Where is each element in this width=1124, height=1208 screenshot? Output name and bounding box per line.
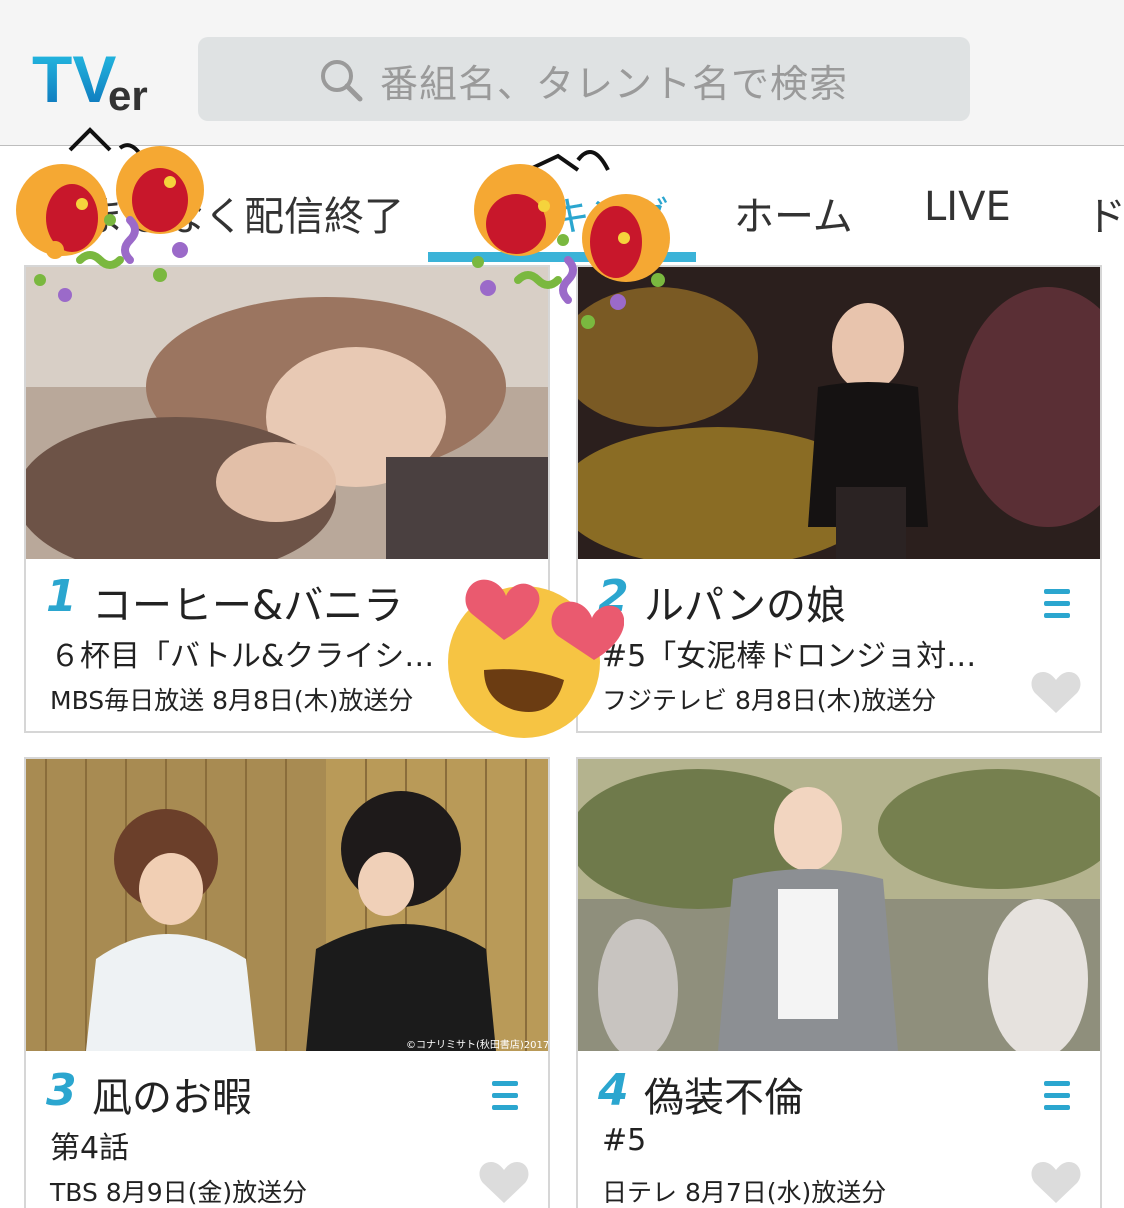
thumbnail-image[interactable] <box>578 759 1100 1051</box>
broadcast-info: 日テレ 8月7日(水)放送分 <box>602 1178 887 1207</box>
ranking-card[interactable]: 2 ルパンの娘 #5「女泥棒ドロンジョ対… フジテレビ 8月8日(木)放送分 <box>576 265 1102 733</box>
broadcast-info: MBS毎日放送 8月8日(木)放送分 <box>50 686 414 715</box>
broadcast-info: フジテレビ 8月8日(木)放送分 <box>602 686 937 715</box>
episode-title: #5 <box>602 1123 647 1158</box>
search-input[interactable]: 番組名、タレント名で検索 <box>198 37 970 121</box>
tver-logo[interactable]: TV er <box>32 40 162 120</box>
favorite-heart-icon[interactable] <box>478 1159 530 1205</box>
favorite-heart-icon[interactable] <box>1030 1159 1082 1205</box>
tab-home[interactable]: ホーム <box>734 184 853 242</box>
active-tab-indicator <box>428 252 696 262</box>
program-title: 偽装不倫 <box>644 1075 804 1121</box>
ranking-card[interactable]: 4 偽装不倫 #5 日テレ 8月7日(水)放送分 <box>576 757 1102 1208</box>
app-header: TV er 番組名、タレント名で検索 <box>0 0 1124 146</box>
tab-live[interactable]: LIVE <box>924 184 1011 230</box>
program-title: 凪のお暇 <box>92 1075 252 1121</box>
broadcast-info: TBS 8月9日(金)放送分 <box>50 1178 308 1207</box>
tab-ending-soon[interactable]: まもなく配信終了 <box>84 184 404 242</box>
tab-ranking[interactable]: ランキング <box>470 184 669 242</box>
tab-bar: まもなく配信終了 ランキング ホーム LIVE ド <box>0 146 1124 266</box>
thumbnail-image[interactable] <box>578 267 1100 559</box>
thumbnail-image[interactable] <box>26 267 548 559</box>
tab-drama[interactable]: ド <box>1086 184 1124 242</box>
ranking-card[interactable]: 1 コーヒー&バニラ ６杯目「バトル&クライシ… MBS毎日放送 8月8日(木)… <box>24 265 550 733</box>
ranking-card[interactable]: 3 凪のお暇 第4話 TBS 8月9日(金)放送分 ©コナリミサト(秋田書店)2… <box>24 757 550 1208</box>
episode-title: 第4話 <box>50 1131 130 1166</box>
rank-number: 4 <box>598 1065 629 1116</box>
search-placeholder: 番組名、タレント名で検索 <box>380 62 849 106</box>
copyright-credit: ©コナリミサト(秋田書店)2017 <box>406 1040 550 1051</box>
rank-number: 3 <box>46 1065 77 1116</box>
episode-title: #5「女泥棒ドロンジョ対… <box>602 639 977 674</box>
search-icon <box>318 57 364 103</box>
menu-icon[interactable] <box>1044 1079 1070 1113</box>
program-title: ルパンの娘 <box>644 583 846 629</box>
rank-number: 1 <box>46 571 77 622</box>
svg-text:er: er <box>108 72 148 119</box>
menu-icon[interactable] <box>1044 587 1070 621</box>
thumbnail-image[interactable] <box>26 759 548 1051</box>
program-title: コーヒー&バニラ <box>92 583 404 629</box>
episode-title: ６杯目「バトル&クライシ… <box>50 639 435 674</box>
rank-number: 2 <box>598 571 629 622</box>
favorite-heart-icon[interactable] <box>1030 669 1082 715</box>
menu-icon[interactable] <box>492 1079 518 1113</box>
svg-text:TV: TV <box>32 42 116 116</box>
